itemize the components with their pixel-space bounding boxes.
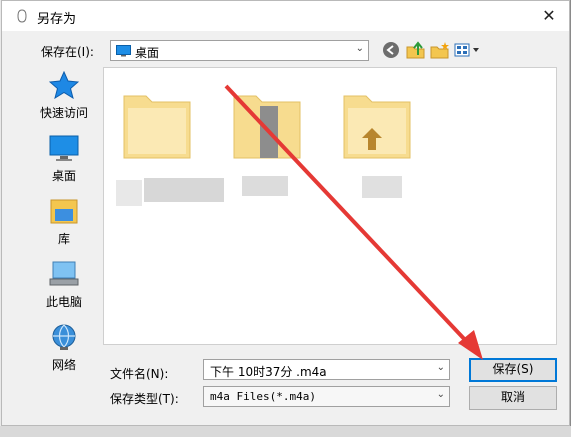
new-folder-button[interactable] <box>430 41 450 61</box>
save-button[interactable]: 保存(S) <box>469 358 557 382</box>
places-sidebar: 快速访问 桌面 库 此电脑 网络 <box>30 67 98 379</box>
sidebar-item-desktop[interactable]: 桌面 <box>30 134 98 184</box>
computer-icon <box>49 260 79 288</box>
star-icon <box>48 70 80 100</box>
filetype-select[interactable]: m4a Files(*.m4a) ⌄ <box>203 386 450 407</box>
sidebar-item-network[interactable]: 网络 <box>30 323 98 373</box>
title-bar: 另存为 ✕ <box>2 1 569 31</box>
filename-value: 下午 10时37分 .m4a <box>210 365 327 379</box>
cancel-button[interactable]: 取消 <box>469 386 557 410</box>
location-value: 桌面 <box>135 46 160 60</box>
filetype-value: m4a Files(*.m4a) <box>210 390 316 403</box>
back-icon <box>383 42 399 58</box>
filename-label: 文件名(N): <box>110 367 169 381</box>
background-window-bottom <box>0 426 571 437</box>
close-icon: ✕ <box>542 6 556 25</box>
sidebar-item-this-pc[interactable]: 此电脑 <box>30 260 98 310</box>
up-folder-icon <box>406 41 425 59</box>
folder-item[interactable] <box>232 78 302 163</box>
view-menu-icon <box>454 43 479 57</box>
library-icon <box>49 197 79 225</box>
chevron-down-icon: ⌄ <box>436 362 445 373</box>
close-button[interactable]: ✕ <box>537 5 561 27</box>
folder-icon <box>343 95 411 159</box>
sidebar-item-label: 桌面 <box>51 169 76 183</box>
blurred-region <box>116 180 142 206</box>
folder-item[interactable] <box>122 78 192 163</box>
file-list-pane[interactable] <box>103 67 557 345</box>
save-as-dialog: 另存为 ✕ 保存在(I): 桌面 ⌄ 快速访问 桌面 库 此电脑 网络 文件名(… <box>1 0 570 426</box>
folder-icon <box>233 95 301 159</box>
sidebar-item-label: 快速访问 <box>39 106 88 120</box>
network-icon <box>49 323 79 351</box>
chevron-down-icon: ⌄ <box>436 389 445 400</box>
chevron-down-icon: ⌄ <box>355 43 364 54</box>
folder-icon <box>123 95 191 159</box>
filename-input[interactable]: 下午 10时37分 .m4a ⌄ <box>203 359 450 380</box>
up-folder-button[interactable] <box>406 41 426 61</box>
location-combo[interactable]: 桌面 ⌄ <box>110 40 369 61</box>
sidebar-item-label: 网络 <box>51 358 76 372</box>
new-folder-icon <box>430 42 449 59</box>
filetype-label: 保存类型(T): <box>110 392 179 406</box>
view-menu-button[interactable] <box>454 41 482 61</box>
desktop-small-icon <box>116 45 131 57</box>
dialog-title: 另存为 <box>37 12 77 27</box>
sidebar-item-label: 此电脑 <box>45 295 82 309</box>
app-icon <box>17 9 27 23</box>
back-button[interactable] <box>382 41 402 61</box>
sidebar-item-quick-access[interactable]: 快速访问 <box>30 70 98 121</box>
folder-item[interactable] <box>342 78 412 163</box>
sidebar-item-label: 库 <box>57 232 70 246</box>
blurred-folder-label <box>242 176 288 196</box>
sidebar-item-library[interactable]: 库 <box>30 197 98 247</box>
blurred-folder-label <box>362 176 402 198</box>
blurred-folder-label <box>144 178 224 202</box>
location-label: 保存在(I): <box>41 45 94 59</box>
desktop-icon <box>49 134 79 162</box>
